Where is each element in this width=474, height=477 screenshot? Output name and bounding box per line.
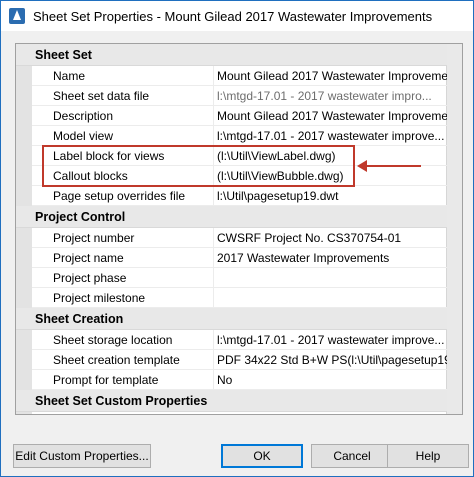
property-value[interactable]: Mount Gilead 2017 Wastewater Improveme..… [214, 106, 447, 125]
property-name: Label block for views [32, 146, 214, 165]
property-row-sheet-creation-template[interactable]: Sheet creation template PDF 34x22 Std B+… [32, 350, 447, 370]
property-row-project-phase[interactable]: Project phase [32, 268, 447, 288]
property-name: Prompt for template [32, 370, 214, 389]
property-value[interactable]: l:\Util\pagesetup19.dwt [214, 186, 447, 205]
property-value[interactable]: l:\mtgd-17.01 - 2017 wastewater impro... [214, 86, 447, 105]
property-row-prompt-for-template[interactable]: Prompt for template No [32, 370, 447, 390]
annotation-arrow-line [363, 165, 421, 167]
property-value[interactable]: l:\mtgd-17.01 - 2017 wastewater improve.… [214, 126, 447, 145]
property-name: Project number [32, 228, 214, 247]
property-row-project-number[interactable]: Project number CWSRF Project No. CS37075… [32, 228, 447, 248]
property-row-label-block-for-views[interactable]: Label block for views (l:\Util\ViewLabel… [32, 146, 447, 166]
property-value[interactable]: Mount Gilead 2017 Wastewater Improveme..… [214, 66, 447, 85]
property-row-project-milestone[interactable]: Project milestone [32, 288, 447, 308]
annotation-arrow-icon [357, 160, 367, 172]
property-value[interactable]: PDF 34x22 Std B+W PS(l:\Util\pagesetup19… [214, 350, 447, 369]
category-project-control[interactable]: Project Control [16, 206, 447, 228]
edit-custom-properties-button[interactable]: Edit Custom Properties... [13, 444, 151, 468]
property-name: Sheet creation template [32, 350, 214, 369]
property-row-sheet-storage-location[interactable]: Sheet storage location l:\mtgd-17.01 - 2… [32, 330, 447, 350]
property-row-callout-blocks[interactable]: Callout blocks (l:\Util\ViewBubble.dwg) [32, 166, 447, 186]
property-name: Project name [32, 248, 214, 267]
property-row-description[interactable]: Description Mount Gilead 2017 Wastewater… [32, 106, 447, 126]
property-name: Sheet set data file [32, 86, 214, 105]
property-row-sheet-set-data-file[interactable]: Sheet set data file l:\mtgd-17.01 - 2017… [32, 86, 447, 106]
category-sheet-set-custom-properties[interactable]: Sheet Set Custom Properties [16, 390, 447, 412]
category-sheet-set[interactable]: Sheet Set [16, 44, 447, 66]
property-name: Model view [32, 126, 214, 145]
sheet-set-properties-dialog: Sheet Set Properties - Mount Gilead 2017… [0, 0, 474, 477]
property-grid: Sheet Set Name Mount Gilead 2017 Wastewa… [15, 43, 463, 415]
cancel-button[interactable]: Cancel [311, 444, 393, 468]
property-name: Name [32, 66, 214, 85]
property-value[interactable]: l:\mtgd-17.01 - 2017 wastewater improve.… [214, 330, 447, 349]
ok-button[interactable]: OK [221, 444, 303, 468]
property-name: Page setup overrides file [32, 186, 214, 205]
property-value[interactable]: No [214, 370, 447, 389]
window-title: Sheet Set Properties - Mount Gilead 2017… [33, 8, 433, 24]
autocad-icon [9, 8, 25, 24]
property-name: Description [32, 106, 214, 125]
property-name: Project phase [32, 268, 214, 287]
grid-gutter [16, 44, 32, 414]
property-value[interactable]: 2017 Wastewater Improvements [214, 248, 447, 267]
property-row-name[interactable]: Name Mount Gilead 2017 Wastewater Improv… [32, 66, 447, 86]
property-value[interactable]: CWSRF Project No. CS370754-01 [214, 228, 447, 247]
title-bar[interactable]: Sheet Set Properties - Mount Gilead 2017… [1, 1, 473, 31]
property-value[interactable]: (l:\Util\ViewLabel.dwg) [214, 146, 447, 165]
property-value[interactable]: (l:\Util\ViewBubble.dwg) [214, 166, 447, 185]
property-row-project-name[interactable]: Project name 2017 Wastewater Improvement… [32, 248, 447, 268]
category-sheet-creation[interactable]: Sheet Creation [16, 308, 447, 330]
property-name: Sheet storage location [32, 330, 214, 349]
property-rows: Sheet Set Name Mount Gilead 2017 Wastewa… [16, 44, 447, 412]
property-name: Project milestone [32, 288, 214, 307]
property-row-model-view[interactable]: Model view l:\mtgd-17.01 - 2017 wastewat… [32, 126, 447, 146]
property-value[interactable] [214, 288, 447, 307]
property-name: Callout blocks [32, 166, 214, 185]
help-button[interactable]: Help [387, 444, 469, 468]
property-value[interactable] [214, 268, 447, 287]
property-row-page-setup-overrides-file[interactable]: Page setup overrides file l:\Util\pagese… [32, 186, 447, 206]
vertical-scrollbar[interactable] [446, 44, 462, 414]
